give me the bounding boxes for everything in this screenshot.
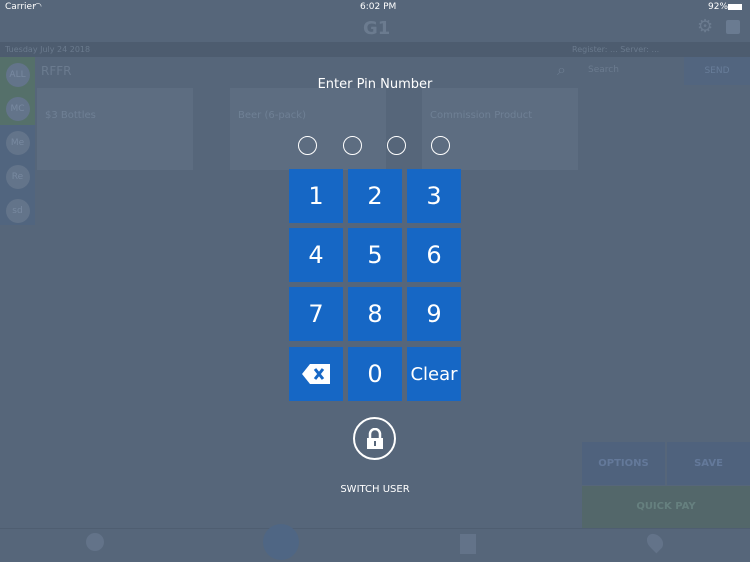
key-3[interactable]: 3 bbox=[407, 169, 461, 223]
clear-button[interactable]: Clear bbox=[407, 347, 461, 401]
pin-dot bbox=[343, 136, 362, 155]
product-card[interactable]: Commission Product bbox=[422, 88, 578, 170]
app-header: G1 ⚙ bbox=[0, 14, 750, 42]
tab-icon-tag[interactable] bbox=[86, 533, 104, 551]
pin-title: Enter Pin Number bbox=[317, 77, 433, 92]
product-name: Commission Product bbox=[430, 110, 533, 121]
product-name: Beer (6-pack) bbox=[238, 110, 306, 121]
info-bar: Tuesday July 24 2018 Register: ... Serve… bbox=[0, 42, 750, 57]
product-card[interactable]: $3 Bottles bbox=[37, 88, 193, 170]
date-label: Tuesday July 24 2018 bbox=[5, 45, 91, 54]
key-4[interactable]: 4 bbox=[289, 228, 343, 282]
key-8[interactable]: 8 bbox=[348, 287, 402, 341]
battery-percent: 92% bbox=[708, 2, 729, 12]
pin-dot bbox=[431, 136, 450, 155]
save-button[interactable]: SAVE bbox=[667, 442, 750, 485]
search-input[interactable]: Search bbox=[588, 65, 619, 75]
pin-dot bbox=[298, 136, 317, 155]
lock-icon[interactable] bbox=[726, 20, 740, 34]
location-pin-icon[interactable] bbox=[643, 530, 667, 554]
product-card[interactable]: Beer (6-pack) bbox=[230, 88, 386, 170]
gear-icon[interactable]: ⚙ bbox=[697, 16, 713, 37]
switch-user-button[interactable] bbox=[353, 417, 396, 460]
product-name: $3 Bottles bbox=[45, 110, 96, 121]
register-info: Register: ... Server: ... bbox=[572, 45, 660, 54]
cart-icon[interactable] bbox=[263, 524, 299, 560]
wifi-icon: ◠ bbox=[34, 2, 42, 12]
clock: 6:02 PM bbox=[360, 2, 397, 12]
switch-user-label[interactable]: SWITCH USER bbox=[0, 484, 750, 495]
carrier-label: Carrier bbox=[5, 2, 36, 12]
options-button[interactable]: OPTIONS bbox=[582, 442, 665, 485]
lock-icon bbox=[367, 428, 383, 449]
battery-icon bbox=[728, 4, 742, 10]
logo: G1 bbox=[363, 18, 391, 39]
key-0[interactable]: 0 bbox=[348, 347, 402, 401]
pin-dot bbox=[387, 136, 406, 155]
backspace-icon bbox=[302, 364, 330, 384]
backspace-button[interactable] bbox=[289, 347, 343, 401]
key-7[interactable]: 7 bbox=[289, 287, 343, 341]
sidebar-item-mc[interactable]: MC bbox=[5, 97, 30, 121]
sidebar-item-me[interactable]: Me bbox=[5, 131, 30, 155]
key-6[interactable]: 6 bbox=[407, 228, 461, 282]
key-5[interactable]: 5 bbox=[348, 228, 402, 282]
receipt-icon[interactable] bbox=[460, 534, 476, 554]
key-2[interactable]: 2 bbox=[348, 169, 402, 223]
status-bar: Carrier ◠ 6:02 PM 92% bbox=[0, 0, 750, 14]
key-1[interactable]: 1 bbox=[289, 169, 343, 223]
tab-bar bbox=[0, 524, 750, 562]
sidebar-item-sd[interactable]: sd bbox=[5, 199, 30, 223]
sidebar-item-re[interactable]: Re bbox=[5, 165, 30, 189]
key-9[interactable]: 9 bbox=[407, 287, 461, 341]
order-label: RFFR bbox=[41, 64, 72, 78]
